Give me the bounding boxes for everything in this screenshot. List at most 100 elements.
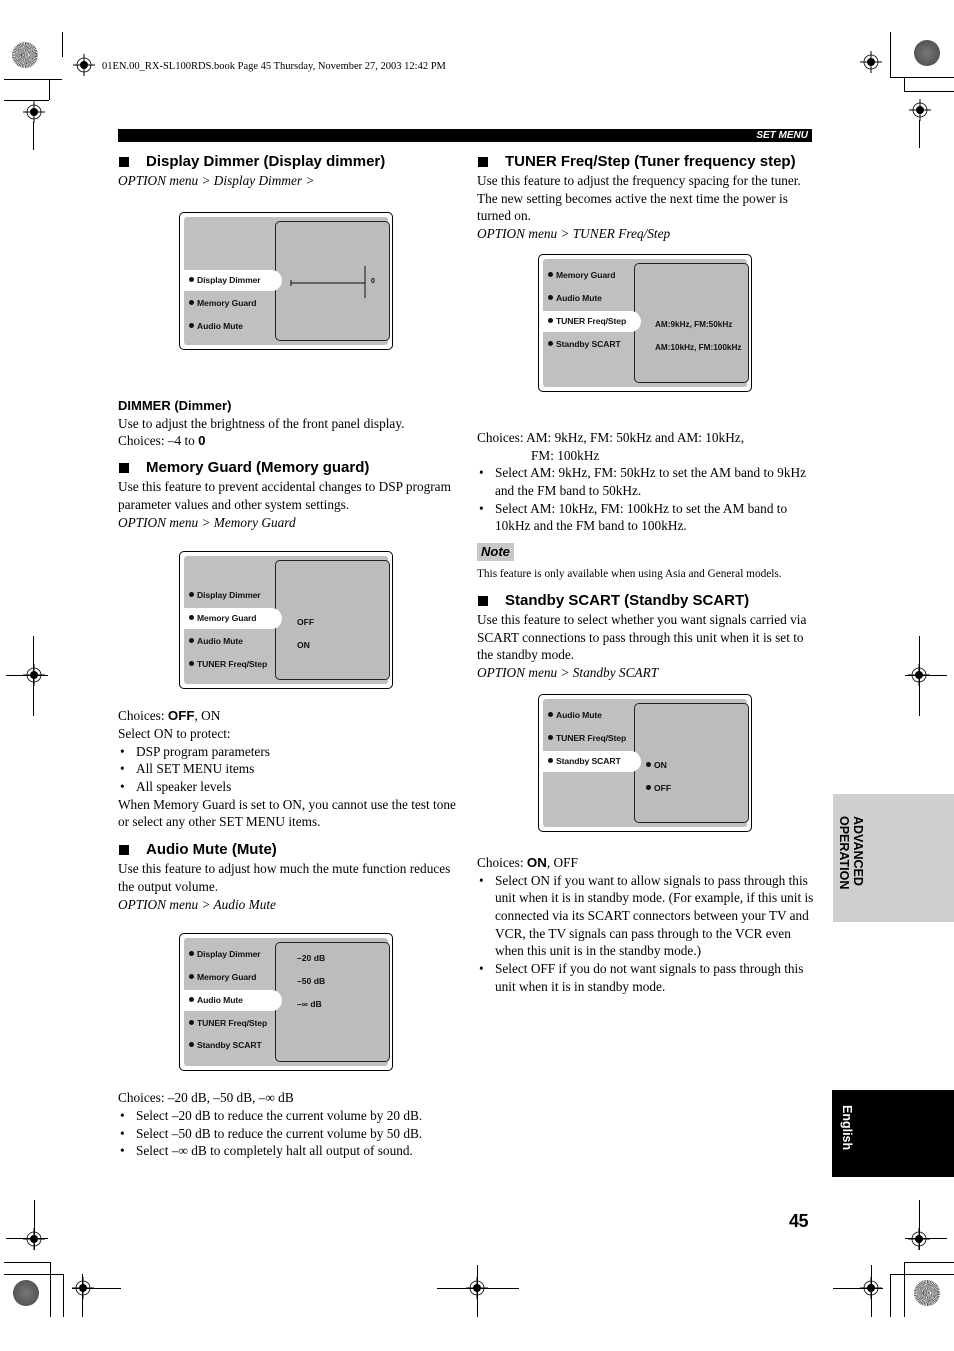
registration-target-icon — [908, 1228, 930, 1250]
crop-mark — [890, 1274, 891, 1317]
menu-path-audio-mute: OPTION menu > Audio Mute — [118, 896, 276, 912]
bullet-icon — [548, 341, 553, 347]
screen-wrapper-display-dimmer: 0 Display Dimmer Memory Guard Audio Mute — [118, 190, 456, 397]
chapter-tab[interactable]: ADVANCED OPERATION — [833, 794, 954, 922]
screen-audio-mute: –20 dB –50 dB –∞ dB Display Dimmer Memor… — [179, 933, 393, 1072]
option-off[interactable]: OFF — [297, 617, 314, 627]
menu-item[interactable]: Standby SCART — [543, 334, 641, 355]
screen-wrapper-audio-mute: –20 dB –50 dB –∞ dB Display Dimmer Memor… — [118, 913, 456, 1089]
section-title-display-dimmer: Display Dimmer (Display dimmer) — [118, 152, 456, 172]
crop-mark — [905, 675, 947, 676]
crop-mark — [50, 1262, 51, 1317]
choices-memory-guard: Choices: OFF, ON — [118, 708, 221, 724]
bullet-icon — [189, 997, 194, 1003]
menu-item[interactable]: Audio Mute — [543, 705, 641, 726]
section-title-audio-mute: Audio Mute (Mute) — [118, 840, 456, 860]
section-header-label: SET MENU — [756, 130, 808, 141]
option-minus-50db[interactable]: –50 dB — [297, 976, 325, 986]
bullet-icon — [548, 712, 553, 718]
menu-item[interactable]: TUNER Freq/Step — [184, 1013, 282, 1034]
menu-item[interactable]: Memory Guard — [184, 293, 282, 314]
option-minus-infinity-db[interactable]: –∞ dB — [297, 999, 322, 1009]
menu-item-selected[interactable]: Memory Guard — [184, 608, 282, 630]
list-item: DSP program parameters — [118, 743, 456, 761]
registration-rosette-bottom-left — [13, 1280, 39, 1306]
choices-audio-mute: Choices: –20 dB, –50 dB, –∞ dB — [118, 1090, 294, 1106]
screen-display-dimmer: 0 Display Dimmer Memory Guard Audio Mute — [179, 211, 393, 350]
option-am10-fm100[interactable]: AM:10kHz, FM:100kHz — [655, 343, 741, 352]
default-choice: OFF — [167, 708, 195, 724]
menu-item-selected[interactable]: TUNER Freq/Step — [543, 310, 641, 332]
section-title-tuner-freq-step: TUNER Freq/Step (Tuner frequency step) — [477, 152, 815, 172]
language-tab-label: English — [840, 1105, 854, 1151]
bullet-icon — [646, 785, 651, 791]
menu-item-selected[interactable]: Standby SCART — [543, 750, 641, 772]
section-header-bar: SET MENU — [118, 129, 812, 142]
option-am9-fm50[interactable]: AM:9kHz, FM:50kHz — [655, 320, 732, 329]
crop-mark — [890, 1274, 954, 1275]
menu-item[interactable]: Standby SCART — [184, 1035, 282, 1056]
note-text: This feature is only available when usin… — [477, 568, 782, 581]
menu-item[interactable]: Memory Guard — [184, 967, 282, 988]
option-minus-20db[interactable]: –20 dB — [297, 953, 325, 963]
crop-mark — [904, 1262, 954, 1263]
menu-item[interactable]: Audio Mute — [184, 631, 282, 652]
standby-scart-list: Select ON if you want to allow signals t… — [477, 872, 815, 996]
crop-mark — [72, 1288, 121, 1289]
screen-memory-guard: OFF ON Display Dimmer Memory Guard Audio… — [179, 551, 393, 690]
registration-rosette-top-right — [914, 40, 940, 66]
option-panel: 0 — [275, 220, 390, 341]
registration-target-icon — [23, 101, 45, 123]
menu-item[interactable]: Display Dimmer — [184, 944, 282, 965]
screen-wrapper-tuner-freq-step: AM:9kHz, FM:50kHz AM:10kHz, FM:100kHz Me… — [477, 243, 815, 429]
note-label: Note — [477, 543, 514, 562]
section-title-memory-guard: Memory Guard (Memory guard) — [118, 458, 456, 478]
bullet-icon — [646, 762, 651, 768]
crop-mark — [33, 122, 34, 150]
menu-item-selected[interactable]: Display Dimmer — [184, 269, 282, 291]
crop-mark — [4, 1262, 50, 1263]
dimmer-slider — [290, 265, 366, 298]
screen-tuner-freq-step: AM:9kHz, FM:50kHz AM:10kHz, FM:100kHz Me… — [538, 253, 752, 392]
bullet-icon — [189, 592, 194, 598]
choices-tuner-line1: Choices: AM: 9kHz, FM: 50kHz and AM: 10k… — [477, 429, 745, 445]
page-number: 45 — [789, 1211, 809, 1231]
option-panel: AM:9kHz, FM:50kHz AM:10kHz, FM:100kHz — [634, 262, 749, 383]
option-panel: –20 dB –50 dB –∞ dB — [275, 942, 390, 1063]
crop-mark — [919, 120, 920, 148]
square-bullet-icon — [119, 157, 129, 167]
option-off[interactable]: OFF — [646, 783, 671, 793]
menu-path-tuner-freq-step: OPTION menu > TUNER Freq/Step — [477, 226, 671, 242]
menu-item[interactable]: Audio Mute — [184, 316, 282, 337]
bullet-icon — [189, 638, 194, 644]
option-on[interactable]: ON — [297, 640, 310, 650]
language-tab[interactable]: English — [832, 1090, 954, 1177]
menu-path-standby-scart: OPTION menu > Standby SCART — [477, 665, 659, 681]
list-item: All SET MENU items — [118, 760, 456, 778]
crop-mark — [62, 32, 63, 57]
bullet-icon — [548, 318, 553, 324]
crop-mark — [904, 1262, 905, 1317]
list-item: All speaker levels — [118, 778, 456, 796]
bullet-icon — [189, 661, 194, 667]
menu-item-selected[interactable]: Audio Mute — [184, 990, 282, 1012]
bullet-icon — [189, 974, 194, 980]
registration-target-icon — [73, 54, 95, 76]
tuner-list: Select AM: 9kHz, FM: 50kHz to set the AM… — [477, 464, 815, 535]
crop-mark — [82, 1274, 83, 1317]
option-on[interactable]: ON — [646, 760, 667, 770]
menu-item[interactable]: Display Dimmer — [184, 585, 282, 606]
crop-mark — [890, 77, 954, 78]
description-tuner-freq-step: Use this feature to adjust the frequency… — [477, 173, 801, 224]
menu-item[interactable]: TUNER Freq/Step — [184, 654, 282, 675]
choices-tuner-line2: FM: 100kHz — [531, 447, 600, 463]
default-choice: 0 — [198, 433, 206, 449]
menu-item[interactable]: TUNER Freq/Step — [543, 728, 641, 749]
right-column: TUNER Freq/Step (Tuner frequency step) U… — [477, 152, 815, 995]
crop-mark — [833, 1288, 883, 1289]
menu-item[interactable]: Audio Mute — [543, 288, 641, 309]
subsection-title-dimmer: DIMMER (Dimmer) — [118, 397, 232, 413]
crop-mark — [919, 636, 920, 716]
menu-item[interactable]: Memory Guard — [543, 265, 641, 286]
list-item: Select AM: 9kHz, FM: 50kHz to set the AM… — [477, 464, 815, 499]
